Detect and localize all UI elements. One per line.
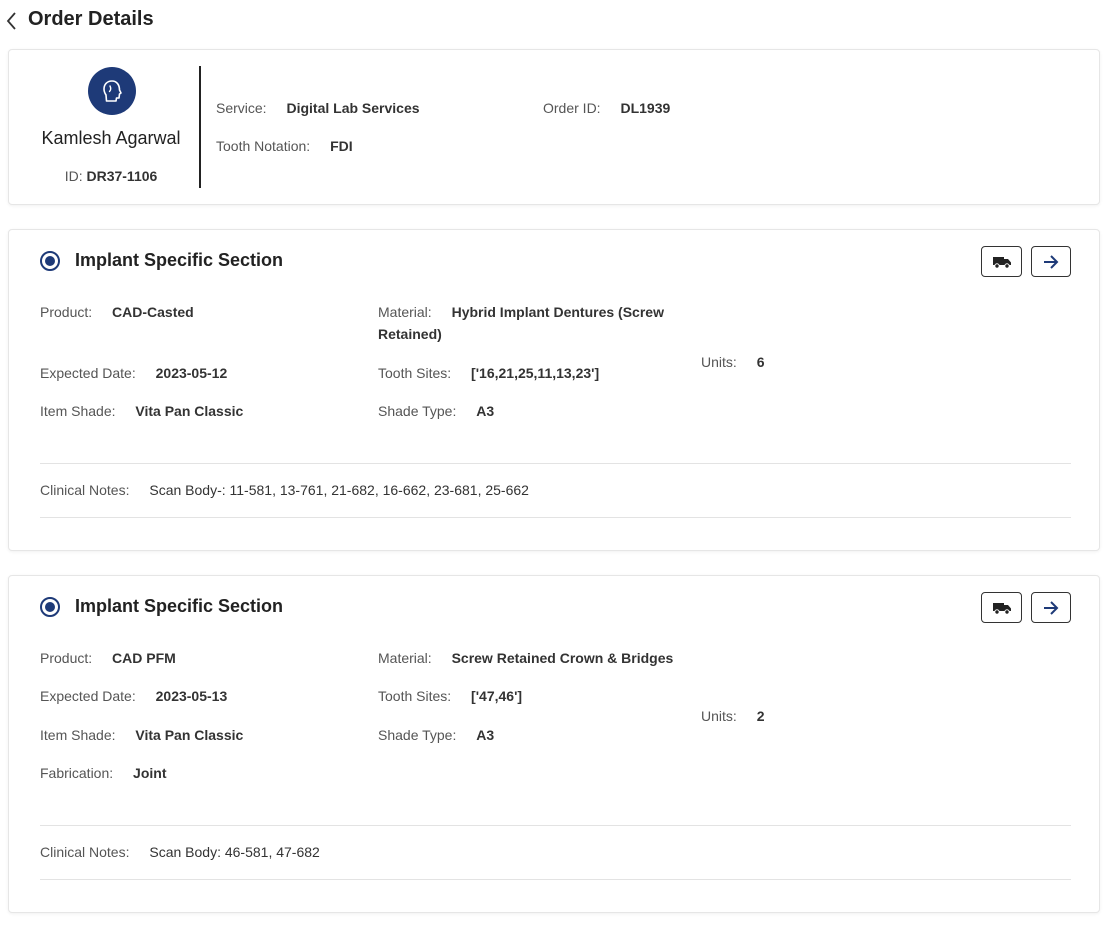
units-value: 2 [756, 708, 765, 724]
product-label: Product: [40, 304, 93, 320]
service-field: Service: Digital Lab Services [216, 100, 420, 116]
item-shade-field: Item Shade: Vita Pan Classic [40, 727, 243, 743]
tooth-sites-field: Tooth Sites: ['16,21,25,11,13,23'] [378, 365, 599, 381]
shipping-button[interactable] [981, 246, 1022, 277]
expected-date-label: Expected Date: [40, 688, 136, 704]
units-field: Units: 6 [701, 354, 764, 370]
shipping-button[interactable] [981, 592, 1022, 623]
units-label: Units: [701, 354, 737, 370]
material-value: Screw Retained Crown & Bridges [451, 650, 674, 666]
units-value: 6 [756, 354, 765, 370]
material-field: Material: Hybrid Implant Dentures (Screw [378, 304, 664, 320]
tooth-notation-label: Tooth Notation: [216, 138, 311, 154]
shade-type-field: Shade Type: A3 [378, 727, 494, 743]
divider [40, 463, 1071, 464]
doctor-id-label: ID: [64, 168, 83, 184]
truck-icon [992, 256, 1011, 269]
section-radio[interactable] [40, 251, 60, 271]
open-details-button[interactable] [1031, 592, 1071, 623]
expected-date-label: Expected Date: [40, 365, 136, 381]
product-value: CAD-Casted [112, 304, 194, 320]
avatar [88, 67, 136, 115]
material-label: Material: [378, 650, 432, 666]
product-field: Product: CAD-Casted [40, 304, 194, 320]
tooth-sites-label: Tooth Sites: [378, 365, 452, 381]
page-title: Order Details [28, 8, 154, 30]
fabrication-label: Fabrication: [40, 765, 114, 781]
doctor-id: ID: DR37-1106 [9, 168, 213, 184]
units-label: Units: [701, 708, 737, 724]
clinical-notes-label: Clinical Notes: [40, 844, 130, 860]
service-value: Digital Lab Services [286, 100, 420, 116]
doctor-id-value: DR37-1106 [86, 168, 158, 184]
expected-date-value: 2023-05-13 [155, 688, 228, 704]
doctor-order-card: Kamlesh Agarwal ID: DR37-1106 Service: D… [8, 49, 1100, 205]
material-value-line2: Retained) [378, 326, 442, 342]
service-label: Service: [216, 100, 267, 116]
tooth-notation-field: Tooth Notation: FDI [216, 138, 353, 154]
divider [40, 825, 1071, 826]
vertical-divider [199, 66, 201, 188]
tooth-sites-value: ['16,21,25,11,13,23'] [471, 365, 600, 381]
doctor-head-icon [103, 80, 122, 102]
fabrication-value: Joint [133, 765, 167, 781]
shade-type-value: A3 [476, 403, 495, 419]
implant-section-card: Implant Specific Section Product: CAD-Ca… [8, 229, 1100, 551]
expected-date-value: 2023-05-12 [155, 365, 228, 381]
product-label: Product: [40, 650, 93, 666]
clinical-notes-label: Clinical Notes: [40, 482, 130, 498]
order-id-label: Order ID: [543, 100, 601, 116]
clinical-notes: Clinical Notes: Scan Body-: 11-581, 13-7… [40, 482, 529, 498]
order-id-field: Order ID: DL1939 [543, 100, 670, 116]
item-shade-value: Vita Pan Classic [135, 727, 244, 743]
clinical-notes-value: Scan Body: 46-581, 47-682 [149, 844, 320, 860]
item-shade-label: Item Shade: [40, 403, 116, 419]
fabrication-field: Fabrication: Joint [40, 765, 167, 781]
implant-section-card: Implant Specific Section Product: CAD PF… [8, 575, 1100, 913]
shade-type-field: Shade Type: A3 [378, 403, 494, 419]
arrow-right-icon [1044, 254, 1059, 269]
clinical-notes-value: Scan Body-: 11-581, 13-761, 21-682, 16-6… [149, 482, 529, 498]
product-value: CAD PFM [112, 650, 176, 666]
item-shade-field: Item Shade: Vita Pan Classic [40, 403, 243, 419]
tooth-sites-label: Tooth Sites: [378, 688, 452, 704]
arrow-right-icon [1044, 600, 1059, 615]
expected-date-field: Expected Date: 2023-05-13 [40, 688, 227, 704]
expected-date-field: Expected Date: 2023-05-12 [40, 365, 227, 381]
order-id-value: DL1939 [620, 100, 671, 116]
back-button[interactable] [4, 10, 20, 32]
truck-icon [992, 602, 1011, 615]
tooth-notation-value: FDI [330, 138, 353, 154]
material-value-continued: Retained) [378, 326, 442, 342]
open-details-button[interactable] [1031, 246, 1071, 277]
shade-type-label: Shade Type: [378, 403, 457, 419]
tooth-sites-field: Tooth Sites: ['47,46'] [378, 688, 522, 704]
clinical-notes: Clinical Notes: Scan Body: 46-581, 47-68… [40, 844, 320, 860]
tooth-sites-value: ['47,46'] [471, 688, 523, 704]
divider [40, 517, 1071, 518]
item-shade-label: Item Shade: [40, 727, 116, 743]
shade-type-value: A3 [476, 727, 495, 743]
material-label: Material: [378, 304, 432, 320]
material-value: Hybrid Implant Dentures (Screw [451, 304, 664, 320]
section-radio[interactable] [40, 597, 60, 617]
item-shade-value: Vita Pan Classic [135, 403, 244, 419]
doctor-name: Kamlesh Agarwal [41, 128, 181, 148]
shade-type-label: Shade Type: [378, 727, 457, 743]
divider [40, 879, 1071, 880]
section-title: Implant Specific Section [75, 250, 284, 270]
section-title: Implant Specific Section [75, 596, 284, 616]
page-header: Order Details [0, 0, 1108, 40]
units-field: Units: 2 [701, 708, 764, 724]
material-field: Material: Screw Retained Crown & Bridges [378, 650, 673, 666]
chevron-left-icon [6, 12, 16, 30]
product-field: Product: CAD PFM [40, 650, 176, 666]
